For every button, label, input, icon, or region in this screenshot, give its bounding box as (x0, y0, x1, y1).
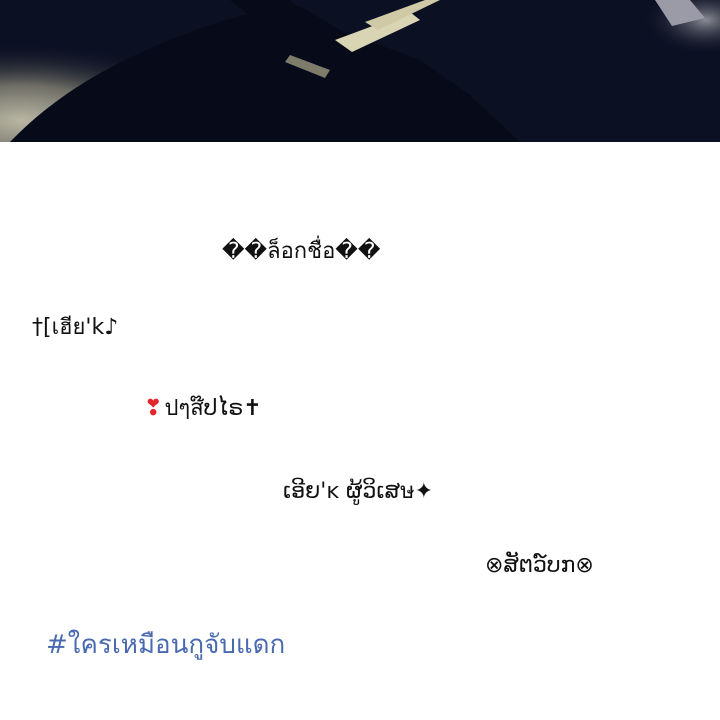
post-container: ��ล็อกชื่อ�� †[เฮีย'k♪ ❣ปๆส໊ປໄຣ✝ ເອີຍ'ĸ … (0, 0, 720, 720)
name-line-2: ❣ปๆส໊ປໄຣ✝ (144, 394, 262, 424)
name-line-1: †[เฮีย'k♪ (32, 315, 119, 340)
hand-photo-image (0, 0, 720, 142)
post-photo[interactable] (0, 0, 720, 142)
name-line-2-text: ปๆส໊ປໄຣ✝ (164, 396, 262, 421)
post-heading: ��ล็อกชื่อ�� (222, 239, 381, 264)
heart-exclamation-icon: ❣ (144, 396, 163, 421)
hashtag-link[interactable]: #ใครเหมือนกูจับแดก (46, 628, 285, 662)
name-line-3: ເອີຍ'ĸ ຜູ້ວິເສษ✦ (283, 479, 434, 504)
name-line-4: ⊗ສັຕວ໌ບກ⊗ (485, 553, 594, 578)
